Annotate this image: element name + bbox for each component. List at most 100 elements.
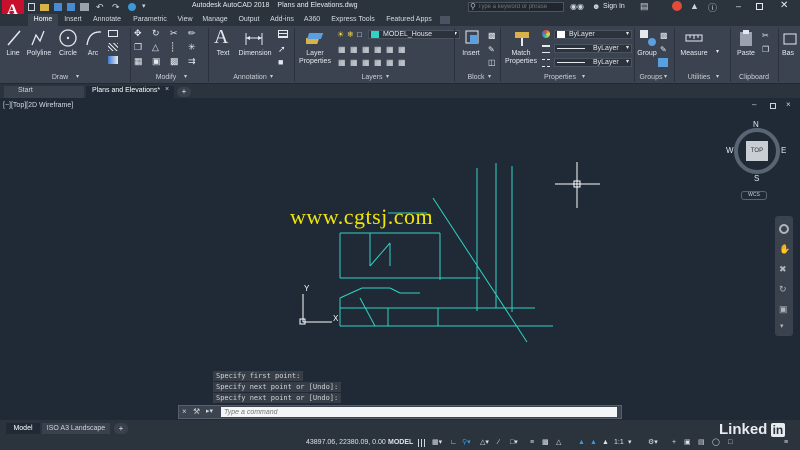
tab-add-ins[interactable]: Add-ins	[266, 14, 298, 26]
layers-expand-icon[interactable]: ▾	[386, 73, 389, 80]
help-icon[interactable]: ⓘ	[708, 1, 717, 14]
undo-icon[interactable]: ↶	[96, 2, 104, 13]
measure-icon[interactable]	[684, 29, 704, 47]
pan-icon[interactable]: ✋	[779, 244, 790, 255]
drawing-canvas[interactable]	[0, 98, 800, 420]
match-properties-icon[interactable]	[512, 29, 532, 47]
file-tab-plans-and-elevations[interactable]: Plans and Elevations* ×	[86, 86, 174, 98]
block-attribute-icon[interactable]: ◫	[488, 58, 496, 67]
auto-scale-icon[interactable]: ▲	[590, 438, 597, 448]
line-button[interactable]: Line	[2, 50, 24, 58]
close-button[interactable]: ✕	[780, 0, 788, 11]
color-dropdown[interactable]: ByLayer ▾	[554, 30, 632, 39]
file-tab-start[interactable]: Start	[4, 86, 84, 98]
layer-freeze-icon[interactable]: ❄	[347, 30, 354, 39]
tab-manage[interactable]: Manage	[198, 14, 232, 26]
quick-properties-icon[interactable]: ▤	[698, 438, 705, 448]
isolate-objects-icon[interactable]: ◯	[712, 438, 720, 448]
text-button[interactable]: Text	[210, 50, 236, 58]
base-icon[interactable]	[782, 30, 800, 48]
arc-button[interactable]: Arc	[82, 50, 104, 58]
polyline-icon[interactable]	[30, 29, 46, 47]
tab-insert[interactable]: Insert	[60, 14, 86, 26]
command-line-close-icon[interactable]: ×	[182, 407, 187, 416]
layer-tool-11-icon[interactable]: ▦	[386, 58, 394, 67]
panel-label-groups[interactable]: Groups	[634, 73, 668, 83]
exchange-icon[interactable]	[672, 1, 682, 11]
dimension-icon[interactable]	[244, 29, 264, 47]
linetype-dropdown[interactable]: ByLayer ▾	[554, 58, 632, 67]
cart-icon[interactable]: ▤	[640, 1, 649, 12]
customization-icon[interactable]: ≡	[784, 438, 788, 448]
binoculars-icon[interactable]: ◉◉	[570, 2, 584, 11]
insert-block-icon[interactable]	[462, 29, 482, 47]
block-edit-icon[interactable]: ✎	[488, 45, 495, 54]
model-space-toggle[interactable]: MODEL	[388, 438, 413, 448]
block-expand-icon[interactable]: ▾	[488, 73, 491, 80]
plot-icon[interactable]	[80, 3, 89, 11]
group-edit-icon[interactable]: ✎	[660, 45, 667, 54]
draw-expand-icon[interactable]: ▾	[76, 73, 79, 80]
layer-tool-8-icon[interactable]: ▦	[350, 58, 358, 67]
utilities-dropdown-icon[interactable]: ▾	[716, 48, 719, 55]
layer-tool-1-icon[interactable]: ▦	[338, 45, 346, 54]
layer-lock-icon[interactable]: □	[357, 30, 362, 39]
command-line-settings-icon[interactable]: ⚒	[193, 407, 200, 416]
units-icon[interactable]: ▣	[684, 438, 691, 448]
circle-button[interactable]: Circle	[56, 50, 80, 58]
command-prompt-icon[interactable]: ▸▾	[206, 407, 213, 415]
layout-tab-iso-a3-landscape[interactable]: ISO A3 Landscape	[42, 423, 110, 434]
viewcube-west[interactable]: W	[726, 146, 734, 155]
group-icon[interactable]	[638, 28, 658, 48]
text-icon[interactable]: A	[214, 26, 228, 49]
tab-home[interactable]: Home	[28, 14, 58, 26]
ortho-icon[interactable]: ∟	[450, 438, 457, 448]
grid-icon[interactable]	[418, 439, 427, 447]
isodraft-icon[interactable]: △▾	[480, 438, 489, 448]
annotation-visibility-icon[interactable]: ▲	[578, 438, 585, 448]
clean-screen-icon[interactable]: □	[728, 438, 732, 448]
workspace-icon[interactable]: ⚙▾	[648, 438, 658, 448]
zoom-extents-icon[interactable]: ✖	[779, 264, 787, 275]
showmotion-icon[interactable]: ▣	[779, 304, 788, 315]
lineweight-toggle-icon[interactable]: ≡	[530, 438, 534, 448]
dimension-button[interactable]: Dimension	[236, 50, 274, 58]
user-icon[interactable]: ☻	[592, 2, 600, 11]
save-icon[interactable]	[54, 3, 62, 11]
groups-expand-icon[interactable]: ▾	[664, 73, 667, 80]
circle-icon[interactable]	[58, 28, 78, 48]
ucs-menu[interactable]: WCS	[741, 191, 767, 200]
viewcube-east[interactable]: E	[781, 146, 786, 155]
rotate-icon[interactable]: ↻	[152, 28, 160, 39]
table-icon[interactable]	[278, 30, 288, 38]
array-icon[interactable]: ▩	[170, 56, 179, 67]
line-icon[interactable]	[6, 29, 22, 47]
viewcube[interactable]: TOP N S W E	[726, 120, 788, 183]
ungroup-icon[interactable]: ▩	[660, 31, 668, 40]
new-icon[interactable]	[28, 3, 35, 11]
layer-tool-10-icon[interactable]: ▦	[374, 58, 382, 67]
group-select-icon[interactable]	[658, 58, 668, 67]
ribbon-minimize-icon[interactable]	[440, 16, 450, 24]
object-snap-tracking-icon[interactable]: ∕	[498, 438, 499, 448]
panel-label-utilities[interactable]: Utilities	[680, 73, 718, 83]
base-button[interactable]: Bas	[782, 50, 800, 58]
layer-tool-7-icon[interactable]: ▦	[338, 58, 346, 67]
copy-icon[interactable]: ❐	[134, 42, 142, 53]
share-icon[interactable]	[128, 3, 136, 11]
group-button[interactable]: Group	[634, 50, 660, 58]
new-tab-button[interactable]: +	[177, 87, 191, 97]
erase-icon[interactable]: ✏	[188, 28, 196, 39]
layer-properties-button[interactable]: Layer Properties	[296, 50, 334, 66]
annotation-scale-dropdown-icon[interactable]: ▾	[628, 438, 632, 448]
layer-tool-2-icon[interactable]: ▦	[350, 45, 358, 54]
modify-expand-icon[interactable]: ▾	[184, 73, 187, 80]
panel-label-properties[interactable]: Properties	[536, 73, 584, 83]
steering-wheel-icon[interactable]	[779, 224, 789, 234]
panel-label-clipboard[interactable]: Clipboard	[734, 73, 774, 83]
new-layout-button[interactable]: +	[114, 423, 128, 434]
polyline-button[interactable]: Polyline	[24, 50, 54, 58]
annotation-monitor-icon[interactable]: +	[672, 438, 676, 448]
tab-output[interactable]: Output	[234, 14, 264, 26]
fillet-icon[interactable]: ┊	[170, 42, 175, 53]
